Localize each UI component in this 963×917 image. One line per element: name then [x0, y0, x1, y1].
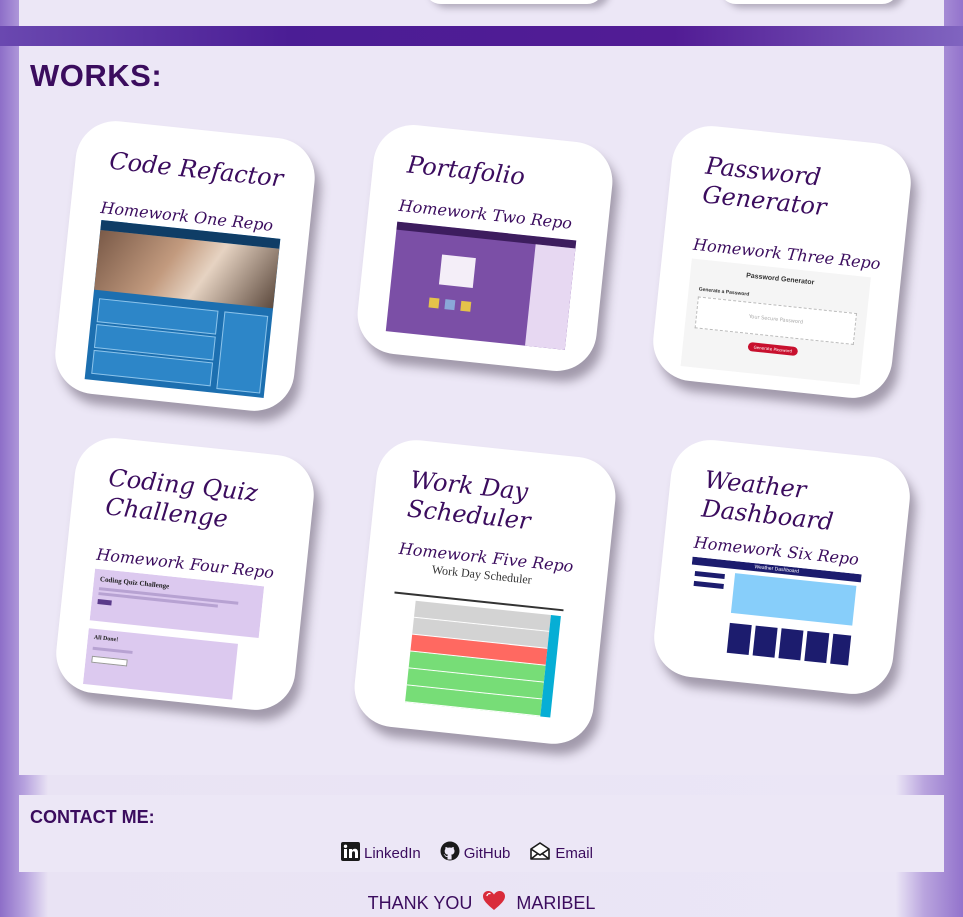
card-title: Password Generator	[701, 151, 828, 222]
footer-name: MARIBEL	[516, 892, 596, 913]
project-card-work-day-scheduler[interactable]: Work Day Scheduler Homework Five Repo Wo…	[350, 436, 620, 748]
project-card-weather-dashboard[interactable]: Weather Dashboard Homework Six Repo Weat…	[650, 436, 914, 698]
card-bottom-edge	[424, 0, 604, 4]
card-title: Coding Quiz Challenge	[104, 463, 260, 534]
generate-button: Generate Password	[747, 341, 799, 357]
card-title: Weather Dashboard	[700, 465, 835, 537]
github-link[interactable]: GitHub	[440, 841, 511, 865]
card-bottom-edge	[719, 0, 899, 4]
github-label: GitHub	[463, 844, 511, 862]
linkedin-icon	[341, 841, 360, 865]
footer-thanks: THANK YOU	[367, 892, 473, 913]
project-card-code-refactor[interactable]: Code Refactor Homework One Repo	[51, 117, 319, 415]
email-icon	[529, 842, 551, 864]
project-screenshot	[385, 221, 577, 350]
contact-section: CONTACT ME: LinkedIn GitHub Email	[19, 795, 944, 872]
email-link[interactable]: Email	[529, 841, 593, 865]
previous-section-panel	[19, 0, 944, 26]
card-title: Code Refactor	[108, 146, 285, 193]
quiz-done-text: All Done!	[93, 634, 119, 644]
heart-icon	[482, 890, 506, 916]
section-divider	[0, 26, 963, 46]
project-screenshot: Weather Dashboard	[682, 556, 862, 670]
footer: THANK YOU MARIBEL	[0, 890, 963, 916]
project-screenshot: Password Generator Generate a Password Y…	[680, 258, 871, 385]
project-screenshot: Work Day Scheduler	[381, 558, 568, 736]
works-title: WORKS:	[30, 58, 163, 93]
project-card-password-generator[interactable]: Password Generator Homework Three Repo P…	[649, 122, 915, 402]
project-card-portafolio[interactable]: Portafolio Homework Two Repo	[353, 121, 617, 375]
contact-links: LinkedIn GitHub Email	[341, 841, 593, 865]
card-title: Work Day Scheduler	[405, 465, 532, 536]
linkedin-label: LinkedIn	[364, 844, 421, 862]
project-screenshot: Coding Quiz Challenge All Done!	[82, 568, 265, 704]
github-icon	[440, 841, 460, 865]
linkedin-link[interactable]: LinkedIn	[341, 841, 421, 865]
project-screenshot	[84, 220, 281, 398]
email-label: Email	[555, 844, 593, 862]
card-title: Portafolio	[405, 150, 527, 191]
works-section: WORKS: Code Refactor Homework One Repo P…	[19, 46, 944, 775]
contact-title: CONTACT ME:	[30, 807, 155, 827]
project-card-coding-quiz[interactable]: Coding Quiz Challenge Homework Four Repo…	[52, 434, 318, 714]
